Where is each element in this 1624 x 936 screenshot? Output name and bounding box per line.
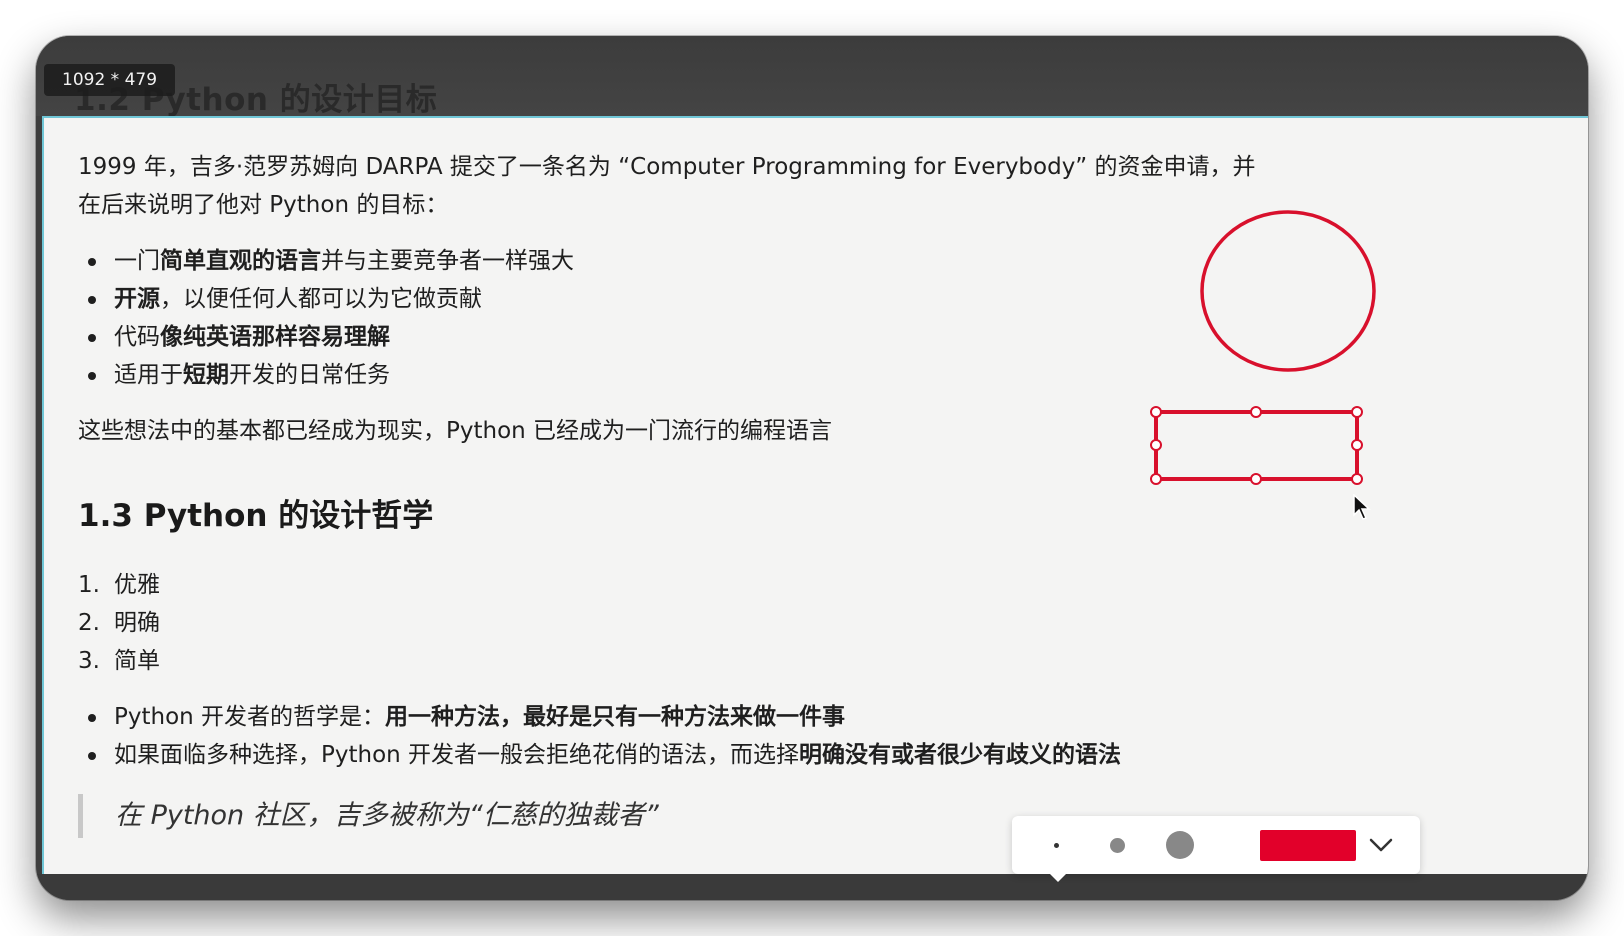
annotation-rectangle[interactable]	[1154, 410, 1359, 481]
annotation-layer	[1150, 210, 1376, 485]
resize-handle[interactable]	[1250, 473, 1262, 485]
brush-size-large-button[interactable]	[1166, 831, 1194, 859]
color-swatch-button[interactable]	[1260, 830, 1356, 861]
brush-size-small-button[interactable]	[1054, 843, 1059, 848]
mouse-cursor-icon	[1353, 494, 1371, 520]
drawing-toolbar	[1012, 816, 1420, 882]
resize-handle[interactable]	[1150, 439, 1162, 451]
toolbar-pointer	[1050, 874, 1066, 882]
resize-handle[interactable]	[1351, 439, 1363, 451]
chevron-down-icon[interactable]	[1368, 832, 1394, 858]
resize-handle[interactable]	[1150, 406, 1162, 418]
resize-handle[interactable]	[1150, 473, 1162, 485]
brush-size-medium-button[interactable]	[1110, 838, 1125, 853]
resize-handle[interactable]	[1250, 406, 1262, 418]
annotation-circle[interactable]	[1200, 210, 1376, 372]
resize-handle[interactable]	[1351, 406, 1363, 418]
resize-handle[interactable]	[1351, 473, 1363, 485]
